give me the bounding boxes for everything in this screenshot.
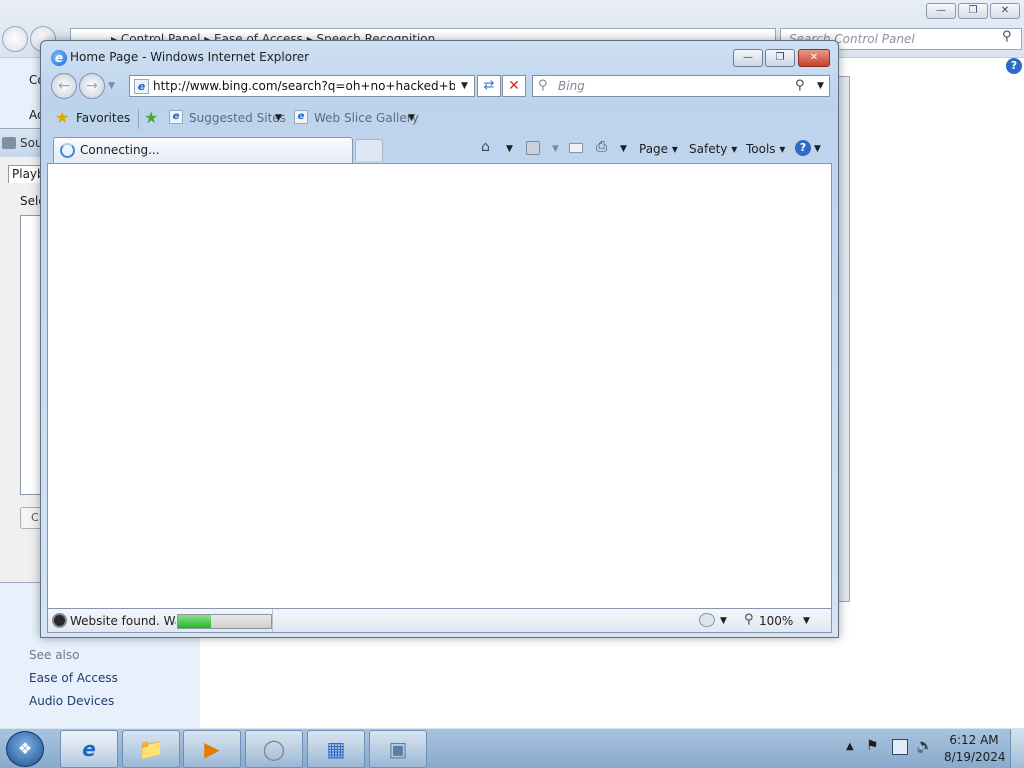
progress-bar — [177, 614, 272, 629]
maximize-button[interactable]: ❐ — [765, 49, 795, 67]
chevron-down-icon[interactable]: ▼ — [552, 144, 559, 154]
protected-mode-icon[interactable] — [699, 613, 715, 627]
print-icon[interactable]: ⎙ — [596, 139, 607, 155]
zoom-level[interactable]: 100% — [759, 614, 793, 628]
media-player-icon[interactable]: ▶ — [183, 730, 241, 768]
search-box[interactable]: ⚲ Bing ⚲ ▼ — [532, 75, 830, 97]
search-provider-icon: ⚲ — [538, 78, 548, 93]
window-title: Home Page - Windows Internet Explorer — [70, 50, 310, 64]
minimize-button[interactable]: — — [733, 49, 763, 67]
divider — [138, 109, 139, 129]
windows-start-icon[interactable]: ❖ — [6, 731, 44, 767]
speaker-icon — [2, 137, 16, 149]
page-icon: e — [294, 110, 308, 124]
address-dropdown[interactable]: ▼ — [461, 81, 468, 91]
tab-row: Connecting... ⌂ ▼ ▼ ⎙ ▼ Page ▾ Safety ▾ … — [47, 135, 832, 163]
tools-menu[interactable]: Tools ▾ — [746, 142, 785, 156]
control-panel-icon[interactable]: ▦ — [307, 730, 365, 768]
chevron-down-icon[interactable]: ▼ — [506, 144, 513, 154]
favorites-button[interactable]: Favorites — [76, 111, 130, 125]
taskbar: ❖ e 📁 ▶ ◯ ▦ ▣ ▲ ⚑ 🔈 6:12 AM 8/19/2024 — [0, 728, 1024, 768]
close-button[interactable]: ✕ — [990, 3, 1020, 19]
sound-icon[interactable]: ◯ — [245, 730, 303, 768]
page-content-area[interactable] — [47, 163, 832, 609]
loading-spinner-icon — [60, 143, 75, 158]
network-icon[interactable] — [892, 739, 908, 755]
chevron-down-icon[interactable]: ▼ — [275, 113, 282, 123]
forward-button[interactable]: → — [79, 73, 105, 99]
zoom-icon[interactable]: ⚲ — [744, 612, 754, 627]
stop-button[interactable]: ✕ — [502, 75, 526, 97]
home-icon[interactable]: ⌂ — [481, 139, 490, 155]
chevron-down-icon[interactable]: ▼ — [408, 113, 415, 123]
windows-explorer-icon[interactable]: 📁 — [122, 730, 180, 768]
show-hidden-icons-icon[interactable]: ▲ — [846, 741, 854, 752]
show-desktop-button[interactable] — [1010, 729, 1024, 768]
recent-pages-dropdown[interactable]: ▼ — [108, 81, 115, 91]
feeds-icon[interactable] — [526, 141, 540, 155]
help-icon[interactable]: ? — [1006, 58, 1022, 74]
action-center-flag-icon[interactable]: ⚑ — [866, 738, 879, 754]
web-slice-gallery-link[interactable]: Web Slice Gallery — [314, 111, 419, 125]
safety-menu[interactable]: Safety ▾ — [689, 142, 737, 156]
chevron-down-icon[interactable]: ▼ — [720, 616, 727, 626]
compatibility-view-button[interactable]: ⇄ — [477, 75, 501, 97]
back-button[interactable] — [2, 26, 28, 52]
chevron-down-icon[interactable]: ▼ — [814, 144, 821, 154]
address-input[interactable]: http://www.bing.com/search?q=oh+no+hacke… — [153, 79, 455, 94]
ease-of-access-link[interactable]: Ease of Access — [29, 671, 118, 685]
audio-devices-link[interactable]: Audio Devices — [29, 694, 114, 708]
internet-explorer-window: e Home Page - Windows Internet Explorer … — [40, 40, 839, 638]
status-bar: Website found. Wai ▼ ⚲ 100% ▼ — [47, 609, 832, 633]
tab-connecting[interactable]: Connecting... — [53, 137, 353, 163]
volume-icon[interactable]: 🔈 — [916, 738, 933, 754]
loading-icon — [52, 613, 67, 628]
back-button[interactable]: ← — [51, 73, 77, 99]
maximize-button[interactable]: ❐ — [958, 3, 988, 19]
tab-label: Connecting... — [80, 143, 160, 157]
clock-date[interactable]: 8/19/2024 — [944, 750, 1006, 764]
favorites-bar: ★ Favorites ★ e Suggested Sites ▼ e Web … — [47, 105, 832, 133]
help-icon[interactable]: ? — [795, 140, 811, 156]
new-tab-button[interactable] — [355, 139, 383, 161]
address-bar[interactable]: e http://www.bing.com/search?q=oh+no+hac… — [129, 75, 475, 97]
page-icon: e — [169, 110, 183, 124]
progress-fill — [178, 615, 211, 628]
see-also-heading: See also — [29, 648, 80, 662]
chevron-down-icon[interactable]: ▼ — [803, 616, 810, 626]
search-options-dropdown[interactable]: ▼ — [817, 81, 824, 91]
status-text: Website found. Wai — [70, 614, 176, 628]
page-menu[interactable]: Page ▾ — [639, 142, 678, 156]
page-icon: e — [134, 79, 149, 94]
chevron-down-icon[interactable]: ▼ — [620, 144, 627, 154]
close-button[interactable]: ✕ — [798, 49, 830, 67]
internet-explorer-icon: e — [51, 50, 67, 66]
favorites-star-icon[interactable]: ★ — [55, 108, 69, 127]
search-icon[interactable]: ⚲ — [795, 78, 805, 93]
search-icon[interactable]: ⚲ — [1002, 29, 1012, 44]
divider — [272, 609, 273, 632]
clock-time[interactable]: 6:12 AM — [944, 733, 1004, 747]
mail-icon[interactable] — [569, 143, 583, 153]
internet-explorer-icon[interactable]: e — [60, 730, 118, 768]
search-input[interactable]: Bing — [558, 79, 585, 93]
add-to-favorites-bar-icon[interactable]: ★ — [144, 108, 158, 127]
app-icon[interactable]: ▣ — [369, 730, 427, 768]
suggested-sites-link[interactable]: Suggested Sites — [189, 111, 286, 125]
minimize-button[interactable]: — — [926, 3, 956, 19]
